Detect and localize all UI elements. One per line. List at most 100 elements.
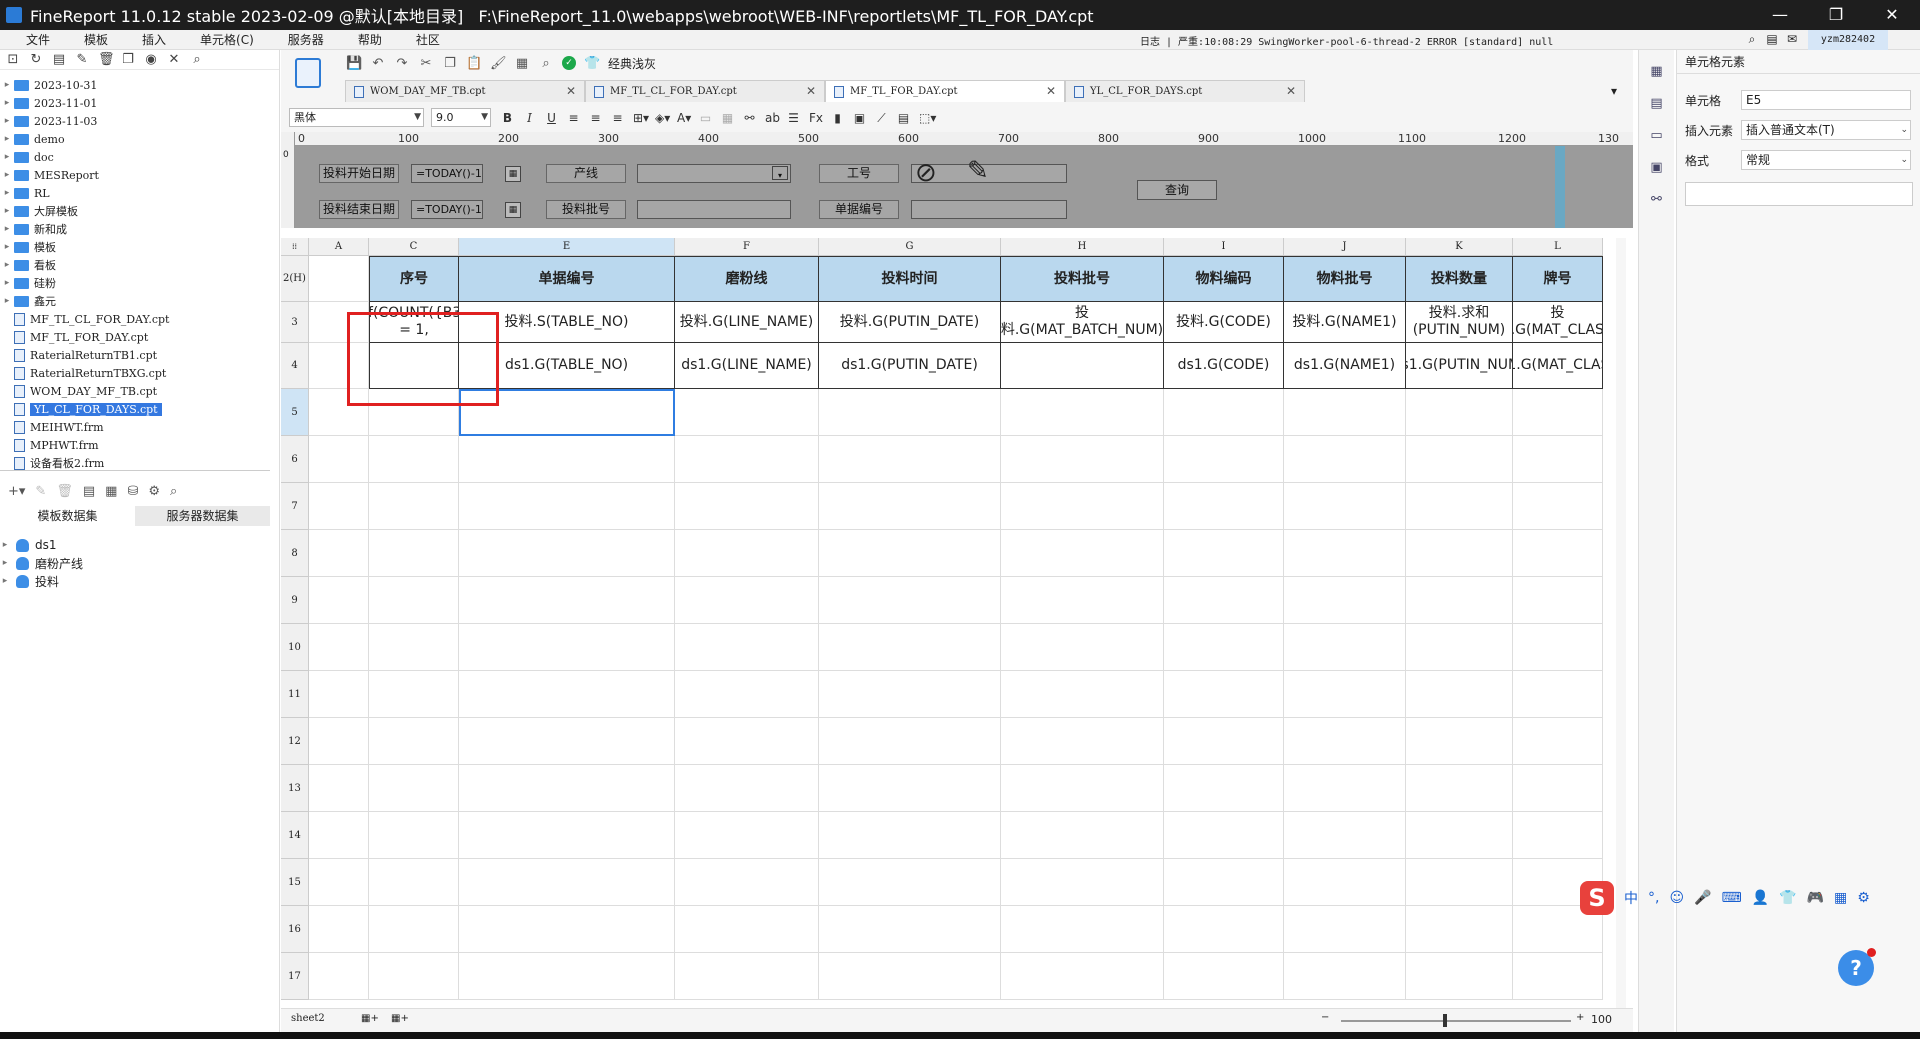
tree-folder[interactable]: ▸ 看板 [0, 256, 270, 274]
chevron-right-icon[interactable]: ▸ [0, 152, 14, 162]
template-icon[interactable] [295, 58, 321, 88]
tree-folder[interactable]: ▸ MESReport [0, 166, 270, 184]
grid-cell[interactable] [675, 953, 819, 1000]
tab-server-dataset[interactable]: 服务器数据集 [135, 506, 270, 526]
image-icon[interactable]: ▣ [853, 111, 866, 125]
document-icon[interactable]: ▤ [1765, 32, 1779, 46]
query-button[interactable]: 查询 [1137, 180, 1217, 200]
grid-cell[interactable] [1164, 389, 1284, 436]
delete-icon[interactable]: 🗑 [56, 484, 73, 499]
grid-cell[interactable] [1513, 765, 1603, 812]
link-icon[interactable]: ⚯ [743, 111, 756, 125]
cell-value-editor[interactable] [1685, 182, 1913, 206]
grid-cell[interactable] [1001, 765, 1164, 812]
row-header[interactable]: 16 [281, 906, 309, 953]
grid-cell[interactable] [1001, 953, 1164, 1000]
param-start-date-label[interactable]: 投料开始日期 [319, 164, 399, 183]
format-painter-icon[interactable]: 🖌 [490, 56, 507, 71]
emoji-icon[interactable]: ☺ [1669, 890, 1684, 906]
slash-icon[interactable]: ⟋ [875, 111, 888, 126]
grid-cell[interactable] [1406, 718, 1513, 765]
italic-icon[interactable]: I [523, 111, 536, 125]
template-tab[interactable]: MF_TL_CL_FOR_DAY.cpt ✕ [585, 80, 825, 102]
close-tab-icon[interactable]: ✕ [566, 84, 576, 98]
template-tab[interactable]: WOM_DAY_MF_TB.cpt ✕ [345, 80, 585, 102]
zoom-in-icon[interactable]: + [1576, 1012, 1584, 1023]
grid-cell[interactable] [309, 436, 369, 483]
chevron-right-icon[interactable]: ▸ [0, 278, 14, 288]
paste-icon[interactable]: 📋 [466, 56, 482, 71]
grid-cell[interactable] [1406, 671, 1513, 718]
tree-folder[interactable]: ▸ 新和成 [0, 220, 270, 238]
menu-file[interactable]: 文件 [12, 31, 64, 48]
user-account[interactable]: yzm282402 [1808, 30, 1888, 50]
formula-cell[interactable]: ds1.G(MAT_CLASS) [1513, 343, 1603, 389]
grid-cell[interactable] [675, 671, 819, 718]
tree-folder[interactable]: ▸ demo [0, 130, 270, 148]
grid-cell[interactable] [309, 530, 369, 577]
font-color-icon[interactable]: A▾ [677, 111, 691, 125]
grid-cell[interactable] [1284, 671, 1406, 718]
tree-folder[interactable]: ▸ RL [0, 184, 270, 202]
grid-cell[interactable] [369, 953, 459, 1000]
save-icon[interactable]: 💾 [346, 56, 362, 71]
richtext-icon[interactable]: ☰ [787, 111, 800, 125]
formula-cell[interactable]: ds1.G(NAME1) [1284, 343, 1406, 389]
grid-cell[interactable] [369, 671, 459, 718]
zoom-out-icon[interactable]: − [1321, 1012, 1329, 1023]
grid-cell[interactable] [1001, 812, 1164, 859]
row-header[interactable]: 4 [281, 343, 309, 389]
chevron-right-icon[interactable]: ▸ [0, 558, 10, 568]
dataset-item[interactable]: ▸ 投料 [0, 572, 270, 590]
row-header[interactable]: 7 [281, 483, 309, 530]
border-icon[interactable]: ⊞▾ [633, 111, 649, 125]
delete-icon[interactable]: 🗑 [98, 52, 115, 67]
tab-template-dataset[interactable]: 模板数据集 [0, 506, 135, 526]
grid-cell[interactable] [309, 256, 369, 302]
align-left-icon[interactable]: ≡ [567, 111, 580, 125]
grid-cell[interactable] [369, 483, 459, 530]
grid-cell[interactable] [309, 765, 369, 812]
column-header[interactable]: K [1406, 238, 1513, 256]
grid-cell[interactable] [1513, 953, 1603, 1000]
close-button[interactable]: ✕ [1864, 0, 1920, 30]
zoom-slider[interactable] [1341, 1020, 1571, 1022]
grid-cell[interactable] [819, 671, 1001, 718]
font-family-select[interactable]: 黑体 ▼ [289, 108, 424, 127]
grid-cell[interactable] [1284, 483, 1406, 530]
grid-corner[interactable]: ⁞⁞ [281, 238, 309, 256]
row-header[interactable]: 9 [281, 577, 309, 624]
grid-cell[interactable] [819, 718, 1001, 765]
grid-cell[interactable] [819, 765, 1001, 812]
grid-cell[interactable] [369, 577, 459, 624]
grid-cell[interactable] [309, 483, 369, 530]
menu-server[interactable]: 服务器 [274, 31, 338, 48]
chevron-right-icon[interactable]: ▸ [0, 206, 14, 216]
grid-cell[interactable] [1164, 436, 1284, 483]
grid-cell[interactable] [459, 530, 675, 577]
grid-cell[interactable] [1001, 577, 1164, 624]
grid-cell[interactable] [1513, 718, 1603, 765]
param-batch-label[interactable]: 投料批号 [546, 200, 626, 219]
grid-cell[interactable] [1513, 483, 1603, 530]
copy-icon[interactable]: ❐ [442, 56, 458, 71]
template-tab[interactable]: YL_CL_FOR_DAYS.cpt ✕ [1065, 80, 1305, 102]
microphone-icon[interactable]: 🎤 [1694, 890, 1711, 906]
cell-element-icon[interactable]: ▦ [1648, 64, 1666, 82]
grid-cell[interactable] [1001, 389, 1164, 436]
chevron-right-icon[interactable]: ▸ [0, 540, 10, 550]
param-job-label[interactable]: 工号 [819, 164, 899, 183]
chevron-right-icon[interactable]: ▸ [0, 224, 14, 234]
settings-icon[interactable]: ⚙ [1857, 890, 1870, 906]
param-start-date-input[interactable]: =TODAY()-1 [411, 164, 483, 183]
grid-cell[interactable] [1406, 389, 1513, 436]
preview-icon[interactable]: ⌕ [538, 56, 554, 71]
bold-icon[interactable]: B [501, 111, 514, 125]
grid-cell[interactable] [675, 859, 819, 906]
grid-cell[interactable] [1513, 530, 1603, 577]
grid-cell[interactable] [369, 624, 459, 671]
edit-icon[interactable]: ✎ [75, 52, 89, 67]
grid-cell[interactable] [309, 624, 369, 671]
more-icon[interactable]: ⬚▾ [919, 111, 936, 125]
grid-cell[interactable] [1284, 859, 1406, 906]
